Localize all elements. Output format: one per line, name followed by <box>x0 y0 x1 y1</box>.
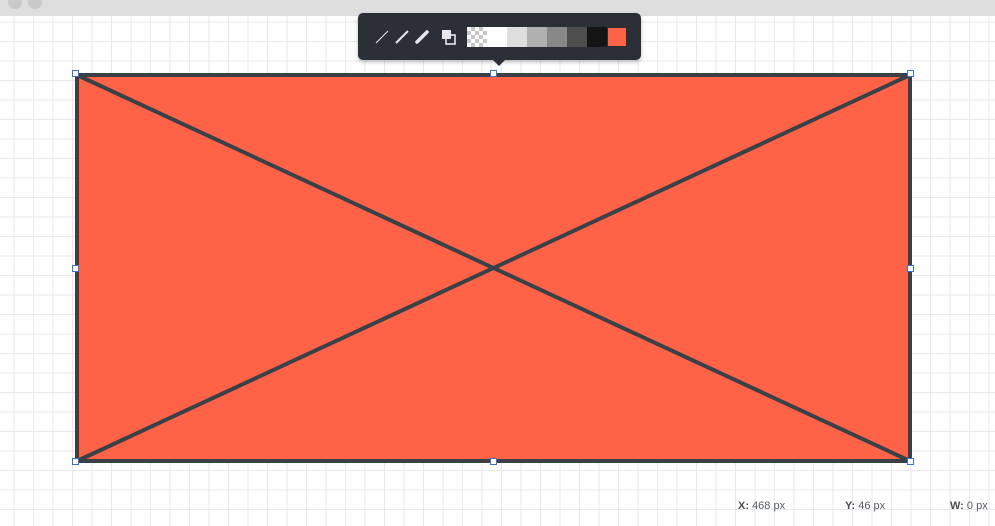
resize-handle-bottom-right[interactable] <box>907 458 914 465</box>
resize-handle-top-right[interactable] <box>907 70 914 77</box>
resize-handle-top[interactable] <box>490 70 497 77</box>
resize-handle-bottom[interactable] <box>490 458 497 465</box>
resize-handle-right[interactable] <box>907 265 914 272</box>
width-readout: W: 0 px <box>950 500 988 512</box>
w-value: 0 px <box>966 500 988 512</box>
shape-canvas <box>75 73 912 463</box>
x-label: X: <box>738 500 749 512</box>
y-value: 46 px <box>858 500 886 512</box>
resize-handle-left[interactable] <box>72 265 79 272</box>
y-label: Y: <box>845 500 856 512</box>
y-coordinate-readout: Y: 46 px <box>845 500 885 512</box>
resize-handle-top-left[interactable] <box>72 70 79 77</box>
resize-handle-bottom-left[interactable] <box>72 458 79 465</box>
x-value: 468 px <box>752 500 786 512</box>
w-label: W: <box>950 500 964 512</box>
x-coordinate-readout: X: 468 px <box>738 500 785 512</box>
